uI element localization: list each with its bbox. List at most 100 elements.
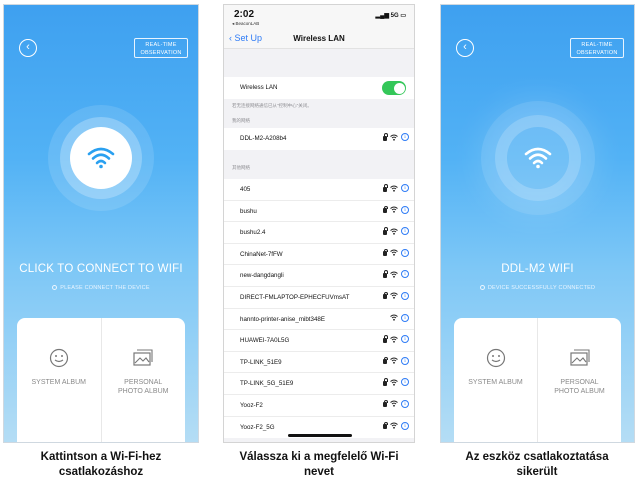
chevron-left-icon: ‹ [463,41,467,53]
network-icons: i [383,227,409,236]
face-icon [49,348,68,368]
home-indicator[interactable] [288,434,352,437]
info-icon[interactable]: i [401,205,409,214]
lock-icon [383,421,388,430]
lock-icon [383,270,388,278]
info-icon[interactable]: i [401,399,409,408]
real-time-observation-button[interactable]: REAL-TIME OBSERVATION [570,38,624,58]
info-icon[interactable]: i [401,184,409,192]
wlan-toggle[interactable] [382,81,406,95]
network-row[interactable]: DIRECT-FMLAPTOP-EPHECFUVmsAT i [224,287,414,309]
connected-network-name: DDL-M2-A208b4 [240,135,287,142]
wifi-icon [390,400,398,408]
system-album-label: SYSTEM ALBUM [31,379,86,386]
personal-album-label: PERSONAL PHOTO ALBUM [118,378,168,396]
face-icon [486,348,505,368]
badge-label-line1: REAL-TIME [581,42,613,48]
lock-icon [383,205,388,214]
wifi-icon [390,357,398,364]
wifi-icon [390,379,398,386]
wifi-icon [524,147,551,169]
system-album-label: SYSTEM ALBUM [468,379,523,386]
wlan-toggle-row: Wireless LAN [224,77,414,99]
network-row[interactable]: ChinaNet-7fFW i [224,244,414,266]
wifi-icon [390,228,398,235]
personal-album-label-line1: PERSONAL [124,379,163,386]
info-icon[interactable]: i [401,378,409,387]
network-row[interactable]: hannto-printer-anise_mibt348E i [224,309,414,331]
album-card: SYSTEM ALBUM PERSONAL PHOTO ALBUM [454,318,621,442]
network-row[interactable]: TP-LINK_5G_51E9 i [224,373,414,395]
network-icons: i [383,184,409,192]
network-row[interactable]: TP-LINK_51E9 i [224,352,414,374]
lock-icon [383,378,388,386]
network-icons: i [383,421,409,430]
network-name: DIRECT-FMLAPTOP-EPHECFUVmsAT [240,293,350,301]
network-icons: i [383,335,409,344]
network-name: Yooz-F2_5G [240,423,275,431]
network-row[interactable]: 405 i [224,179,414,201]
status-bar: 2:02 ◂ BeaconLAB ▂▄▆ 5G ▭ [224,5,414,29]
connected-network-row[interactable]: DDL-M2-A208b4 i [224,128,414,150]
info-icon[interactable]: i [401,356,409,365]
my-networks-group: DDL-M2-A208b4 i [224,128,414,150]
caption-left-line1: Kattintson a Wi-Fi-hez [40,451,162,463]
system-album-button[interactable]: SYSTEM ALBUM [17,318,101,442]
lock-icon [383,399,388,408]
status-back-app[interactable]: ◂ BeaconLAB [232,21,259,27]
back-button[interactable]: ‹ [456,39,474,57]
info-icon[interactable]: i [401,227,409,236]
wifi-icon [390,134,398,141]
network-row[interactable]: bushu i [224,201,414,223]
system-album-button[interactable]: SYSTEM ALBUM [454,318,537,442]
network-name: HUAWEI-7A0L5G [240,337,290,345]
network-row[interactable]: new-dangdangli i [224,265,414,287]
info-icon[interactable]: i [401,313,409,322]
info-icon[interactable]: i [401,421,409,430]
wireless-lan-screen: 2:02 ◂ BeaconLAB ▂▄▆ 5G ▭ ‹ Set Up Wirel… [223,4,415,443]
signal-icon: ▂▄▆ [375,13,389,19]
info-icon [52,285,58,290]
wifi-icon [390,206,398,213]
connect-screen: ‹ REAL-TIME OBSERVATION CLICK TO CONNECT… [3,4,199,443]
personal-album-label-line2: PHOTO ALBUM [118,388,169,395]
network-name: new-dangdangli [240,272,284,280]
lock-icon [383,184,388,192]
lock-icon [383,291,388,300]
badge-label-line1: REAL-TIME [145,42,177,48]
connected-screen: ‹ REAL-TIME OBSERVATION DDL-M2 WIFI DEVI… [440,4,635,443]
lock-icon [383,133,388,141]
battery-icon: ▭ [400,13,406,19]
nav-bar: ‹ Set Up Wireless LAN [224,29,414,49]
info-icon[interactable]: i [401,133,409,141]
info-icon[interactable]: i [401,335,409,344]
lock-icon [383,227,388,235]
album-card: SYSTEM ALBUM PERSONAL PHOTO ALBUM [17,318,186,442]
network-name: TP-LINK_51E9 [240,358,282,366]
network-name: bushu2.4 [240,229,266,237]
real-time-observation-button[interactable]: REAL-TIME OBSERVATION [134,38,188,58]
network-icons: i [383,133,409,141]
chevron-left-icon: ‹ [26,41,30,53]
badge-label-line2: OBSERVATION [576,50,618,56]
caption-left-line2: csatlakozáshoz [58,466,144,478]
network-row[interactable]: bushu2.4 i [224,222,414,244]
network-row[interactable]: Yooz-F2 i [224,395,414,417]
network-icons: i [383,205,409,214]
info-icon[interactable]: i [401,291,409,300]
network-name: Yooz-F2 [240,401,263,409]
personal-album-button[interactable]: PERSONAL PHOTO ALBUM [537,318,621,442]
back-button[interactable]: ‹ [19,39,37,57]
network-row[interactable]: HUAWEI-7A0L5G i [224,330,414,352]
connect-wifi-button[interactable] [70,127,132,189]
info-icon[interactable]: i [401,270,409,279]
info-icon[interactable]: i [401,248,409,257]
personal-album-button[interactable]: PERSONAL PHOTO ALBUM [100,318,186,442]
connect-prompt: CLICK TO CONNECT TO WIFI [19,263,183,275]
personal-album-label: PERSONAL PHOTO ALBUM [554,378,604,396]
network-name: 405 [240,186,251,193]
badge-label-line2: OBSERVATION [140,50,182,56]
page-title: Wireless LAN [293,34,345,43]
connect-hint-text: PLEASE CONNECT THE DEVICE [60,285,150,291]
photo-album-icon [569,349,590,366]
